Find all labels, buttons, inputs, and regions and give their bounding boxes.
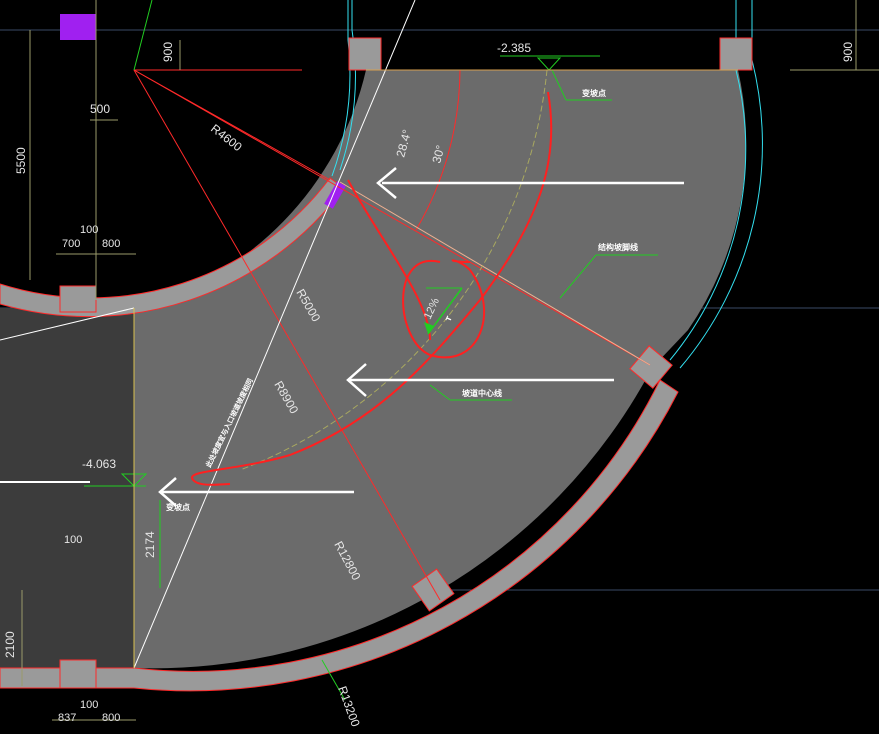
dim-5500: 5500 (14, 147, 28, 174)
radius-r13200: R13200 (335, 684, 363, 729)
leader (133, 0, 153, 71)
column[interactable] (719, 37, 753, 71)
label-structure-edge: 结构坡脚线 (598, 242, 638, 252)
dim-837: 837 (58, 712, 76, 724)
dim-700: 700 (62, 238, 80, 250)
elevation-top: -2.385 (497, 41, 531, 55)
label-change-point-bottom: 变坡点 (166, 502, 190, 512)
cad-drawing-canvas[interactable]: 900 900 500 5500 100 700 800 100 2100 10… (0, 0, 879, 734)
elevation-marker-top[interactable] (536, 57, 562, 71)
dim-100-mid: 100 (64, 534, 82, 546)
radial-line (133, 69, 331, 181)
dim-800-bottom: 800 (102, 712, 120, 724)
dim-500: 500 (90, 102, 110, 116)
label-change-point-top: 变坡点 (582, 88, 606, 98)
dim-2100: 2100 (3, 631, 17, 658)
dim-900-left: 900 (161, 42, 175, 62)
column[interactable] (59, 659, 97, 689)
purple-marker[interactable] (60, 14, 96, 40)
dim-800-top: 800 (102, 238, 120, 250)
dim-2174: 2174 (143, 531, 157, 558)
elevation-left: -4.063 (82, 457, 116, 471)
label-lane-center: 坡道中心线 (462, 388, 502, 398)
dim-100-top: 100 (80, 224, 98, 236)
dim-100-bottom: 100 (80, 699, 98, 711)
column[interactable] (348, 37, 382, 71)
lower-ramp-slab[interactable] (0, 308, 134, 668)
column[interactable] (59, 285, 97, 313)
dim-900-right: 900 (841, 42, 855, 62)
radius-r4600: R4600 (208, 121, 245, 154)
